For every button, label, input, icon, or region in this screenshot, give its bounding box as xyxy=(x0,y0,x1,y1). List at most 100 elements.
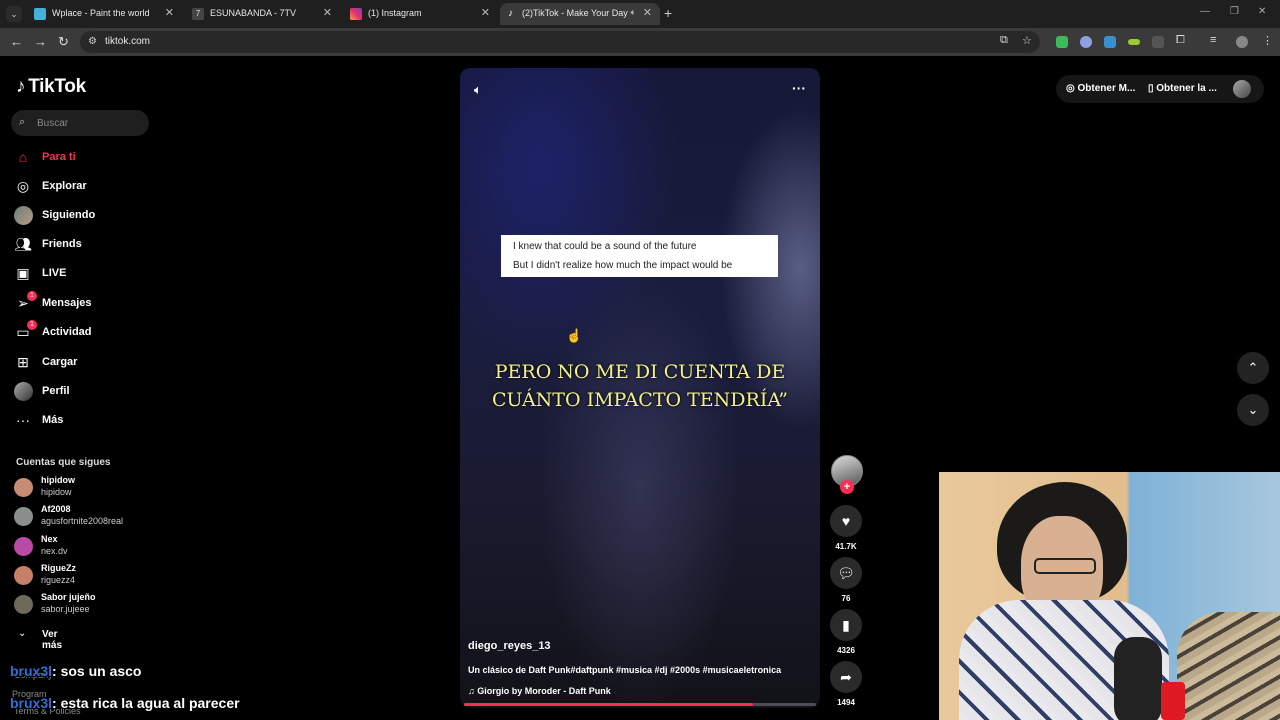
window-close-button[interactable]: ✕ xyxy=(1258,6,1266,17)
nav-label: Friends xyxy=(42,238,82,250)
extension-icon[interactable] xyxy=(1128,39,1140,45)
tiktok-note-icon: ♪ xyxy=(16,76,26,97)
chat-username: brux3l xyxy=(10,663,53,679)
see-more-label: Ver más xyxy=(42,629,63,651)
webcam-background-cloth xyxy=(1177,612,1280,720)
wplace-icon xyxy=(34,8,46,20)
video-music[interactable]: ♫ Giorgio by Moroder - Daft Punk xyxy=(468,686,611,696)
previous-video-button[interactable]: ⌃ xyxy=(1237,352,1269,384)
site-info-icon[interactable]: ⚙ xyxy=(88,36,97,47)
nav-live[interactable]: ▣ LIVE xyxy=(14,264,154,286)
browser-tab-bar: ⌄ Wplace - Paint the world ✕ 7 ESUNABAND… xyxy=(0,0,1280,28)
minimize-button[interactable]: — xyxy=(1200,6,1210,17)
profile-avatar[interactable] xyxy=(1236,36,1248,48)
extension-icon[interactable] xyxy=(1152,36,1164,48)
music-title: Giorgio by Moroder - Daft Punk xyxy=(477,686,611,696)
nav-label: Siguiendo xyxy=(42,209,96,221)
browser-tab-active[interactable]: ♪ (2)TikTok - Make Your Day 🔈︎ ✕ xyxy=(500,3,660,25)
followed-account[interactable]: RigueZz riguezz4 xyxy=(14,563,154,589)
user-avatar[interactable] xyxy=(1233,80,1251,98)
followed-account[interactable]: hipidow hipidow xyxy=(14,475,154,501)
nav-cargar[interactable]: ⊞ Cargar xyxy=(14,353,154,375)
tiktok-logo[interactable]: ♪ TikTok xyxy=(16,76,86,98)
maximize-button[interactable]: ❐ xyxy=(1230,6,1239,17)
tab-title: (2)TikTok - Make Your Day xyxy=(522,8,628,18)
nav-siguiendo[interactable]: Siguiendo xyxy=(14,206,154,228)
close-icon[interactable]: ✕ xyxy=(165,6,174,19)
reload-button[interactable]: ↻ xyxy=(58,34,69,50)
video-progress-bar[interactable] xyxy=(464,703,816,706)
avatar xyxy=(14,566,33,585)
get-app-button[interactable]: ▯ Obtener la ... xyxy=(1148,83,1217,94)
account-name: Sabor jujeño xyxy=(41,592,96,602)
following-section-title: Cuentas que sigues xyxy=(16,457,111,468)
browser-tab[interactable]: 7 ESUNABANDA - 7TV ✕ xyxy=(184,3,340,25)
volume-icon[interactable]: 🔈︎ xyxy=(474,82,482,98)
caption-line: I knew that could be a sound of the futu… xyxy=(513,241,697,252)
audio-icon[interactable]: 🔈︎ xyxy=(631,7,636,18)
video-player[interactable]: 🔈︎ ··· I knew that could be a sound of t… xyxy=(460,68,820,708)
nav-perfil[interactable]: Perfil xyxy=(14,382,154,404)
new-tab-button[interactable]: + xyxy=(664,5,672,21)
video-lyric-overlay: PERO NO ME DI CUENTA DE CUÁNTO IMPACTO T… xyxy=(480,358,800,414)
more-options-icon[interactable]: ··· xyxy=(792,80,806,96)
nav-para-ti[interactable]: ⌂ Para ti xyxy=(14,148,154,170)
account-name: Af2008 xyxy=(41,504,71,514)
account-handle: hipidow xyxy=(41,487,72,497)
compass-icon: ◎ xyxy=(16,178,30,194)
extension-icon[interactable] xyxy=(1104,36,1116,48)
nav-actividad[interactable]: ▭ 1 Actividad xyxy=(14,320,154,345)
search-input[interactable]: ⌕ Buscar xyxy=(11,110,149,136)
account-name: hipidow xyxy=(41,475,75,485)
back-button[interactable]: ← xyxy=(10,34,23,49)
forward-button[interactable]: → xyxy=(34,34,47,49)
nav-label: Actividad xyxy=(42,326,92,338)
nav-label: Para ti xyxy=(42,151,76,163)
nav-label: Perfil xyxy=(42,385,70,397)
lyric-line: CUÁNTO IMPACTO TENDRÍA” xyxy=(491,389,788,411)
next-video-button[interactable]: ⌄ xyxy=(1237,394,1269,426)
save-button[interactable]: ▮ 4326 xyxy=(830,609,862,655)
followed-account[interactable]: Af2008 agusfortnite2008real xyxy=(14,504,154,530)
browser-menu-icon[interactable]: ⋮ xyxy=(1262,34,1273,47)
extensions-puzzle-icon[interactable]: ⧠ xyxy=(1176,34,1185,47)
address-bar[interactable]: ⚙ tiktok.com xyxy=(80,31,1040,53)
profile-icon xyxy=(14,382,33,401)
like-count: 41.7K xyxy=(835,542,857,551)
friends-icon: 👥︎ xyxy=(14,236,32,252)
account-handle: nex.dv xyxy=(41,546,68,556)
close-icon[interactable]: ✕ xyxy=(323,6,332,19)
save-count: 4326 xyxy=(837,646,855,655)
video-author[interactable]: diego_reyes_13 xyxy=(468,640,551,652)
chevron-down-icon: ⌄ xyxy=(1247,402,1259,417)
chat-text: : sos un asco xyxy=(52,663,142,679)
nav-mensajes[interactable]: ➢ 1 Mensajes xyxy=(14,291,154,316)
bookmark-star-icon[interactable]: ☆ xyxy=(1022,34,1032,47)
close-icon[interactable]: ✕ xyxy=(643,6,652,19)
hand-cursor-icon: ☝ xyxy=(566,328,583,343)
nav-friends[interactable]: 👥︎ Friends xyxy=(14,235,154,257)
close-icon[interactable]: ✕ xyxy=(481,6,490,19)
extension-icon[interactable] xyxy=(1056,36,1068,48)
more-icon: ··· xyxy=(16,412,30,428)
browser-tab[interactable]: Wplace - Paint the world ✕ xyxy=(26,3,182,25)
reading-list-icon[interactable]: ≡ xyxy=(1210,34,1216,46)
video-description[interactable]: Un clásico de Daft Punk#daftpunk #musica… xyxy=(468,665,781,675)
nav-mas[interactable]: ··· Más xyxy=(14,411,154,433)
nav-explorar[interactable]: ◎ Explorar xyxy=(14,177,154,199)
get-coins-button[interactable]: ◎ Obtener M... xyxy=(1066,83,1135,94)
browser-tab[interactable]: (1) Instagram ✕ xyxy=(342,3,498,25)
coin-icon: ◎ xyxy=(1066,83,1078,94)
lyric-line: PERO NO ME DI CUENTA DE xyxy=(494,361,786,383)
extension-icon[interactable] xyxy=(1080,36,1092,48)
webcam-overlay xyxy=(939,472,1280,720)
install-app-icon[interactable]: ⧉ xyxy=(1000,34,1008,47)
tab-search-button[interactable]: ⌄ xyxy=(6,6,22,22)
follow-plus-button[interactable]: + xyxy=(840,480,854,494)
header-actions: ◎ Obtener M... ▯ Obtener la ... xyxy=(1056,75,1264,103)
share-button[interactable]: ➦ 1494 xyxy=(830,661,862,707)
like-button[interactable]: ♥ 41.7K xyxy=(830,505,862,551)
followed-account[interactable]: Nex nex.dv xyxy=(14,534,154,560)
comment-button[interactable]: 💬︎ 76 xyxy=(830,557,862,603)
followed-account[interactable]: Sabor jujeño sabor.jujeee xyxy=(14,592,154,618)
